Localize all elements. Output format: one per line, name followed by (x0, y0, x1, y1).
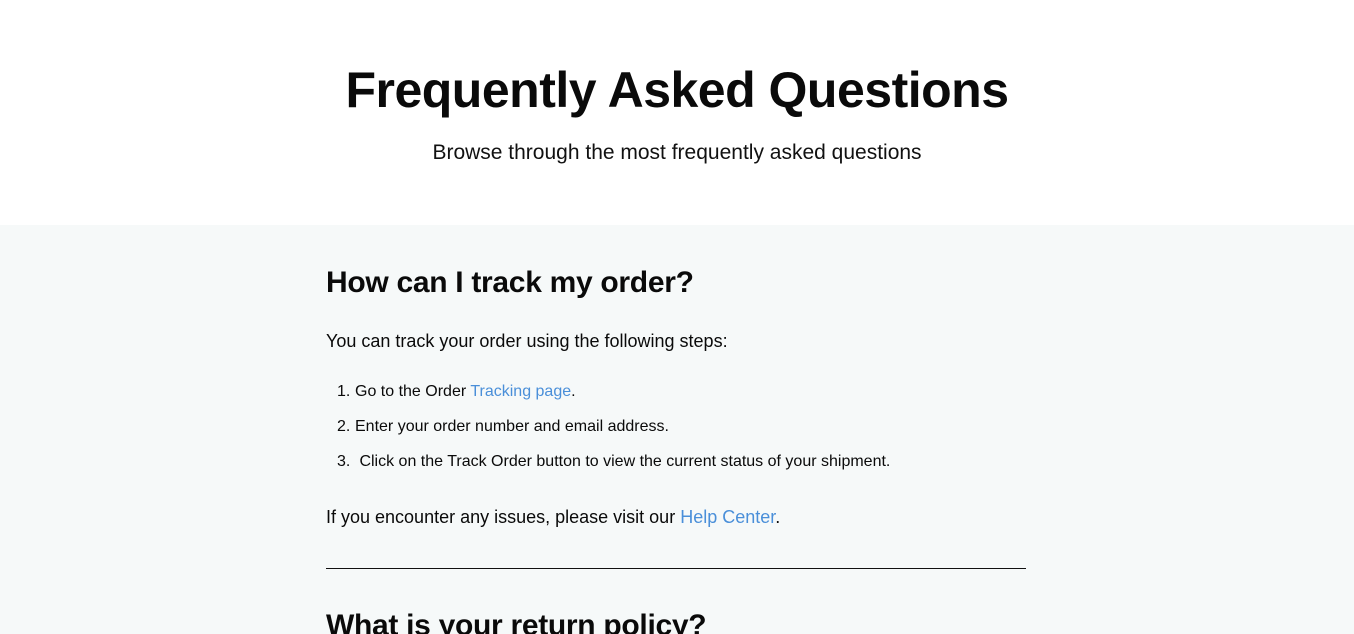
outro-text: If you encounter any issues, please visi… (326, 507, 681, 527)
tracking-page-link[interactable]: Tracking page (470, 383, 571, 400)
list-item: 2. Enter your order number and email addr… (337, 417, 890, 452)
outro-text-end: . (775, 507, 781, 527)
faq-content: How can I track my order? You can track … (0, 225, 1354, 634)
page-title: Frequently Asked Questions (345, 62, 1009, 118)
step-number: 3. (337, 453, 351, 470)
step-text: Enter your order number and email addres… (355, 418, 669, 435)
help-center-link[interactable]: Help Center (680, 507, 775, 527)
tracking-steps-list: 1. Go to the Order Tracking page. 2. Enter… (337, 382, 890, 487)
step-number: 2. (337, 418, 351, 435)
list-item: 3. Click on the Track Order button to vi… (337, 452, 890, 487)
faq-question-return-policy: What is your return policy? (326, 609, 707, 634)
step-number: 1. (337, 383, 351, 400)
list-item: 1. Go to the Order Tracking page. (337, 382, 890, 417)
faq-hero: Frequently Asked Questions Browse throug… (0, 0, 1354, 225)
faq-answer-intro: You can track your order using the follo… (326, 331, 728, 351)
step-text: Click on the Track Order button to view … (355, 453, 891, 470)
faq-question-track-order: How can I track my order? (326, 266, 694, 299)
page-subtitle: Browse through the most frequently asked… (432, 141, 922, 164)
faq-divider (326, 568, 1026, 569)
step-text: Go to the Order (355, 383, 471, 400)
step-text-end: . (571, 383, 576, 400)
faq-answer-outro: If you encounter any issues, please visi… (326, 505, 780, 529)
